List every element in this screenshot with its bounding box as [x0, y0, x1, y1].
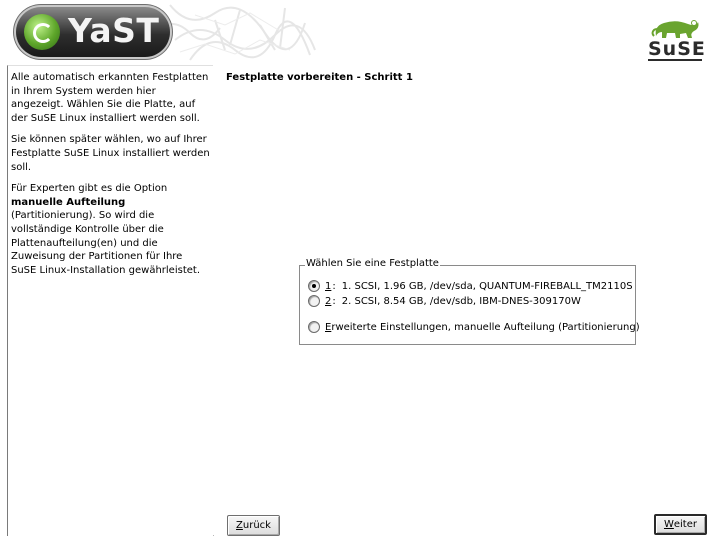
- disk-option-1[interactable]: 1: 1. SCSI, 1.96 GB, /dev/sda, QUANTUM-F…: [308, 279, 633, 293]
- yast-gecko-icon: [24, 14, 60, 50]
- header-banner: YaST SuSE: [0, 0, 709, 64]
- back-button-key: Z: [236, 520, 243, 531]
- suse-logo-underline: [648, 59, 702, 61]
- help-paragraph-3-post: (Partitionierung). So wird die vollständ…: [11, 210, 200, 276]
- suse-logo-text: SuSE: [648, 38, 706, 60]
- expert-partitioning-option[interactable]: Erweiterte Einstellungen, manuelle Aufte…: [308, 320, 640, 334]
- page-title: Festplatte vorbereiten - Schritt 1: [226, 72, 413, 83]
- disk-option-2-suffix: :: [332, 295, 336, 307]
- help-manual-partitioning-emphasis: manuelle Aufteilung: [11, 196, 126, 208]
- disk-option-1-label: 1. SCSI, 1.96 GB, /dev/sda, QUANTUM-FIRE…: [341, 280, 633, 292]
- main-content: Festplatte vorbereiten - Schritt 1 Wähle…: [213, 65, 709, 535]
- disk-selection-group: Wählen Sie eine Festplatte 1: 1. SCSI, 1…: [299, 258, 640, 345]
- radio-button[interactable]: [308, 295, 320, 307]
- next-button[interactable]: Weiter: [654, 514, 707, 535]
- next-button-label: eiter: [673, 519, 697, 530]
- disk-option-2-key: 2: [325, 295, 332, 307]
- radio-button[interactable]: [308, 321, 320, 333]
- disk-option-1-suffix: :: [332, 280, 336, 292]
- help-paragraph-2: Sie können später wählen, wo auf Ihrer F…: [11, 134, 210, 173]
- disk-option-1-key: 1: [325, 280, 332, 292]
- help-paragraph-1: Alle automatisch erkannten Festplatten i…: [11, 72, 209, 124]
- next-button-key: W: [663, 519, 674, 530]
- disk-option-2[interactable]: 2: 2. SCSI, 8.54 GB, /dev/sdb, IBM-DNES-…: [308, 294, 581, 308]
- radio-button-checked[interactable]: [308, 280, 320, 292]
- back-button-label: urück: [242, 520, 271, 531]
- help-panel[interactable]: Alle automatisch erkannten Festplatten i…: [7, 65, 214, 536]
- help-paragraph-3-pre: Für Experten gibt es die Option: [11, 183, 168, 195]
- yast-logo: YaST: [16, 7, 170, 57]
- suse-logo: SuSE: [648, 18, 705, 61]
- chameleon-icon: [651, 20, 699, 38]
- yast-logo-text: YaST: [68, 11, 160, 50]
- help-paragraph-3: Für Experten gibt es die Option manuelle…: [8, 182, 213, 277]
- back-button[interactable]: Zurück: [227, 515, 280, 536]
- disk-group-title: Wählen Sie eine Festplatte: [305, 258, 440, 269]
- disk-option-2-label: 2. SCSI, 8.54 GB, /dev/sdb, IBM-DNES-309…: [341, 295, 581, 307]
- expert-option-label: rweiterte Einstellungen, manuelle Auftei…: [331, 321, 640, 333]
